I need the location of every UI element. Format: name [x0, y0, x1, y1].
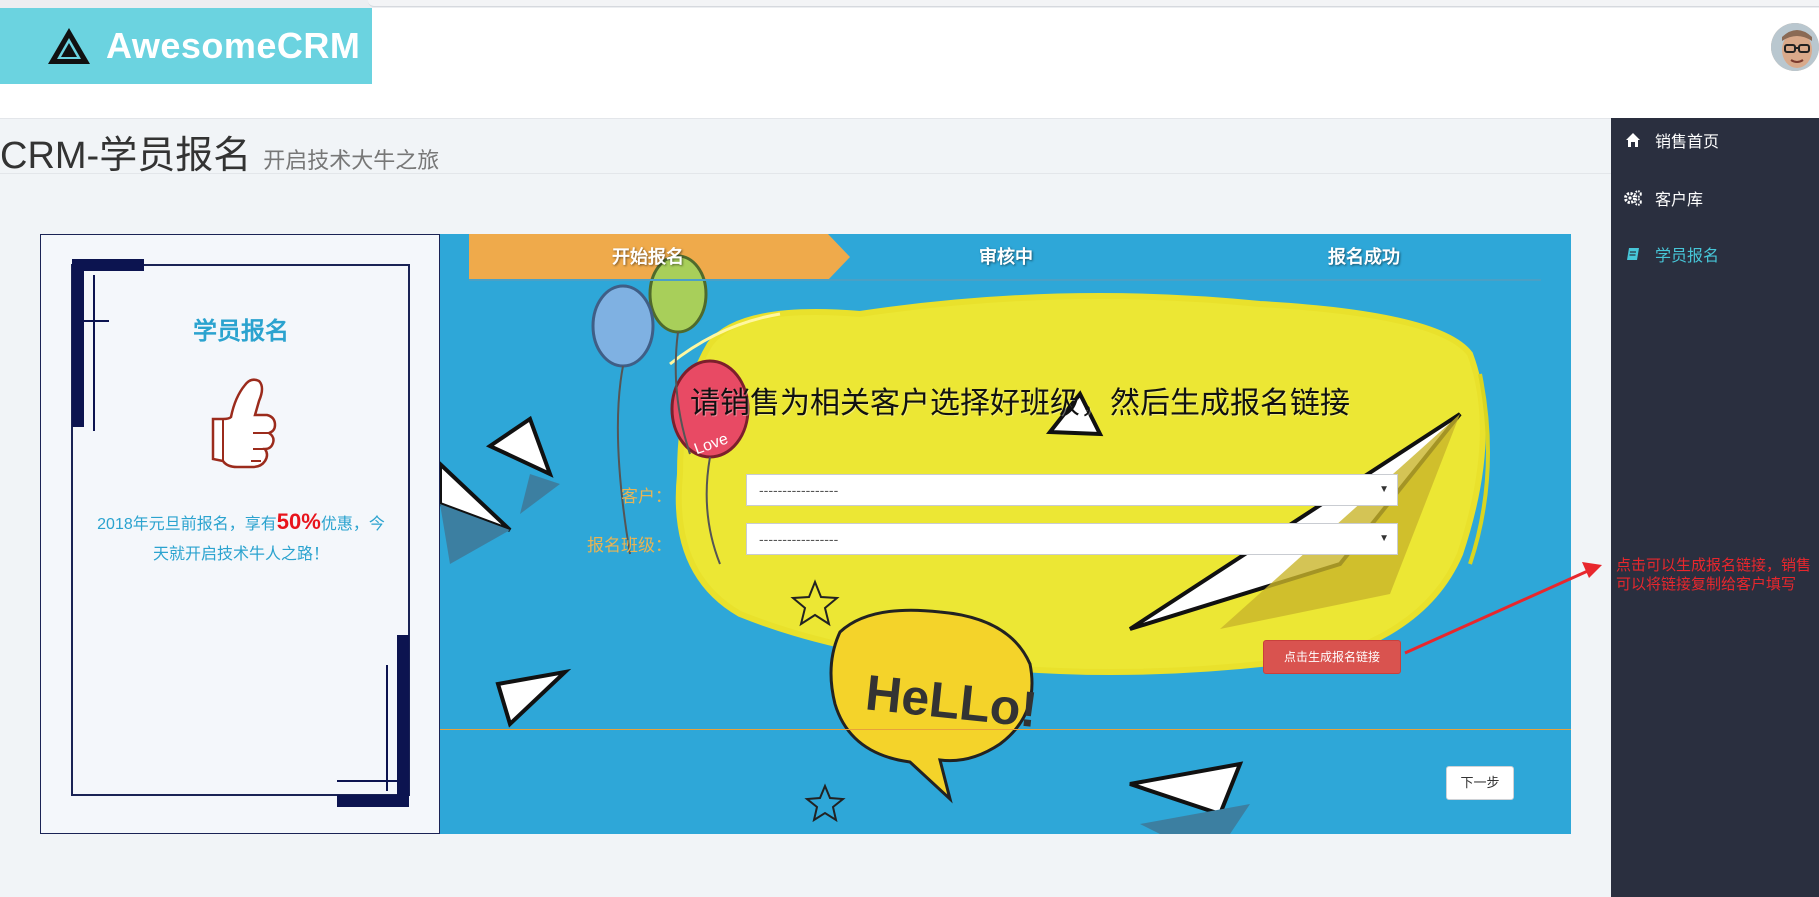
browser-tab-edge [368, 0, 1819, 7]
next-step-button[interactable]: 下一步 [1446, 766, 1514, 800]
browser-top-strip [0, 0, 1819, 8]
avatar-image [1771, 23, 1819, 71]
right-sidebar: 销售首页 客户库 学员报名 [1611, 118, 1819, 897]
class-select-value: ----------------- [759, 531, 839, 547]
chevron-down-icon: ▼ [1379, 533, 1389, 544]
class-select[interactable]: ----------------- ▼ [746, 523, 1398, 555]
customer-select[interactable]: ----------------- ▼ [746, 474, 1398, 506]
chevron-down-icon: ▼ [1379, 484, 1389, 495]
sidebar-item-label: 学员报名 [1655, 248, 1720, 265]
page-title: CRM-学员报名 [0, 135, 252, 177]
discount-highlight: 50% [276, 509, 321, 534]
book-icon [1623, 244, 1643, 264]
page-header: CRM-学员报名 开启技术大牛之旅 [0, 124, 440, 177]
promo-card: 学员报名 2018年元旦前报名，享有50%优惠，今天就开启技术牛人之路！ [40, 234, 440, 834]
avatar[interactable] [1771, 23, 1819, 71]
sidebar-item-student-enroll[interactable]: 学员报名 [1611, 234, 1819, 274]
thumbs-up-icon [211, 378, 277, 469]
wizard-steps: 开始报名 审核中 报名成功 [469, 234, 1541, 280]
top-header: AwesomeCRM [0, 8, 1819, 119]
app-logo[interactable]: AwesomeCRM [0, 8, 372, 84]
panel-divider [440, 729, 1571, 730]
app-name: AwesomeCRM [106, 25, 361, 66]
logo-triangle-icon [48, 28, 90, 64]
instruction-text: 请销售为相关客户选择好班级，然后生成报名链接 [690, 387, 1350, 420]
class-label: 报名班级： [587, 536, 672, 555]
promo-text-prefix: 2018年元旦前报名，享有 [97, 516, 277, 533]
divider [0, 173, 1611, 174]
step-enroll-success: 报名成功 [1328, 247, 1400, 267]
gears-icon [1623, 188, 1643, 208]
customer-select-value: ----------------- [759, 482, 839, 498]
step-start-enroll: 开始报名 [612, 247, 684, 267]
enrollment-wizard-panel: Love HeLLo! 开始报名 审核中 报名成功 请销售为相关客户选择好班级，… [440, 234, 1571, 834]
customer-label: 客户： [621, 487, 672, 506]
home-icon [1623, 130, 1643, 150]
annotation-note: 点击可以生成报名链接，销售可以将链接复制给客户填写 [1616, 557, 1812, 593]
generate-link-button[interactable]: 点击生成报名链接 [1263, 640, 1401, 674]
step-under-review: 审核中 [979, 247, 1033, 267]
promo-text: 2018年元旦前报名，享有50%优惠，今天就开启技术牛人之路！ [91, 507, 391, 570]
page-subtitle: 开启技术大牛之旅 [263, 148, 440, 173]
promo-title: 学员报名 [193, 318, 289, 345]
sidebar-item-label: 客户库 [1655, 192, 1704, 209]
sidebar-item-sales-home[interactable]: 销售首页 [1611, 120, 1819, 160]
sidebar-item-label: 销售首页 [1655, 134, 1720, 151]
sidebar-item-customers[interactable]: 客户库 [1611, 178, 1819, 218]
